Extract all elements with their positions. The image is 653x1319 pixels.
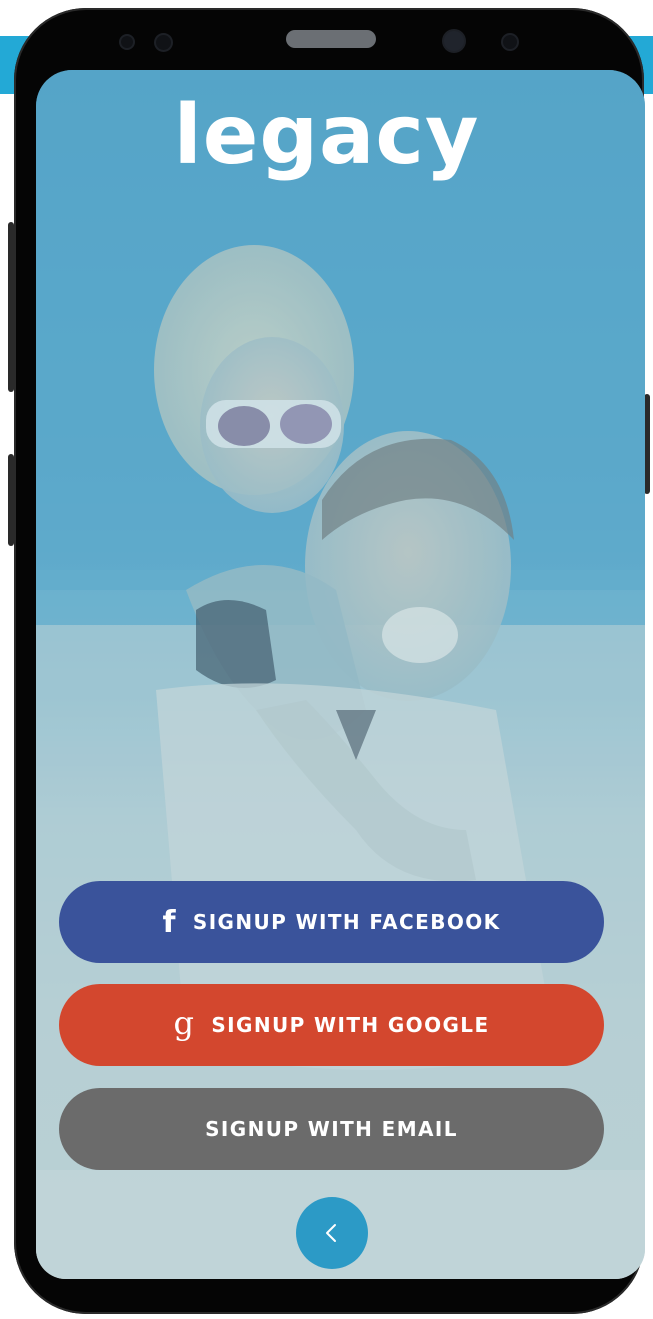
signup-google-button[interactable]: g SIGNUP WITH GOOGLE: [59, 984, 604, 1066]
back-button[interactable]: [296, 1197, 368, 1269]
volume-button: [8, 222, 14, 392]
bixby-button: [8, 454, 14, 546]
facebook-f-icon: f: [162, 904, 177, 940]
signup-facebook-button[interactable]: f SIGNUP WITH FACEBOOK: [59, 881, 604, 963]
signup-email-label: SIGNUP WITH EMAIL: [205, 1117, 458, 1141]
signup-email-button[interactable]: SIGNUP WITH EMAIL: [59, 1088, 604, 1170]
signup-facebook-label: SIGNUP WITH FACEBOOK: [192, 910, 501, 934]
earpiece-speaker: [286, 30, 376, 48]
page: legacy f SIGNUP WITH FACEBOOK g SIGNUP W…: [0, 0, 653, 1319]
signup-google-label: SIGNUP WITH GOOGLE: [211, 1013, 490, 1037]
sensor-dot: [156, 35, 171, 50]
front-camera: [444, 31, 464, 51]
sensor-dot: [121, 36, 133, 48]
google-g-icon: g: [173, 1004, 196, 1042]
sensor-dot: [503, 35, 517, 49]
app-logo: legacy: [173, 88, 480, 183]
chevron-left-icon: [326, 1224, 336, 1242]
